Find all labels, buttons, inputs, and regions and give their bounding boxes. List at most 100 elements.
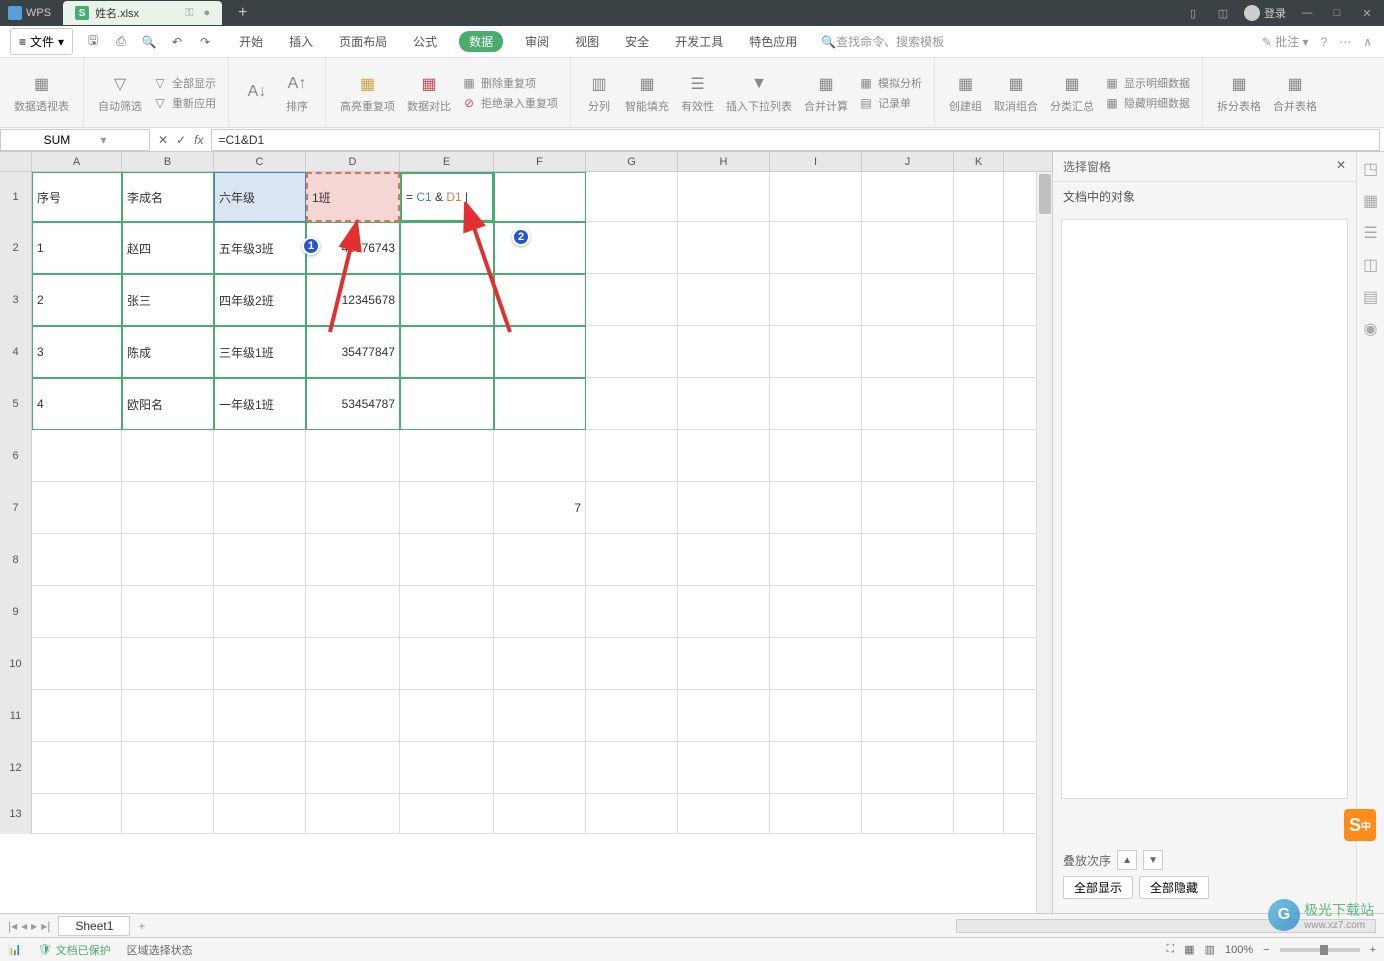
cell-B5[interactable]: 欧阳名 [122, 378, 214, 430]
flash-fill-button[interactable]: ▦智能填充 [619, 68, 675, 118]
cell-A6[interactable] [32, 430, 122, 482]
formula-input[interactable]: =C1&D1 [211, 129, 1380, 151]
accept-formula-icon[interactable]: ✓ [174, 133, 188, 147]
cell-E11[interactable] [400, 690, 494, 742]
cell-J13[interactable] [862, 794, 954, 834]
cell-I1[interactable] [770, 172, 862, 222]
cell-F10[interactable] [494, 638, 586, 690]
select-all-corner[interactable] [0, 152, 32, 171]
user-info[interactable]: 登录 [1244, 5, 1286, 21]
cell-A10[interactable] [32, 638, 122, 690]
cell-I5[interactable] [770, 378, 862, 430]
cell-K9[interactable] [954, 586, 1004, 638]
print-icon[interactable]: ⎙ [111, 32, 131, 52]
col-header-F[interactable]: F [494, 152, 586, 171]
cell-J6[interactable] [862, 430, 954, 482]
autofilter-button[interactable]: ▽自动筛选 [92, 68, 148, 118]
tab-close-icon[interactable]: ● [203, 7, 210, 19]
save-icon[interactable]: 🖫 [83, 32, 103, 52]
show-all-button[interactable]: 全部显示 [1063, 876, 1133, 899]
name-box[interactable]: SUM▾ [0, 129, 150, 151]
cell-G5[interactable] [586, 378, 678, 430]
row-header-11[interactable]: 11 [0, 690, 32, 742]
cell-G11[interactable] [586, 690, 678, 742]
row-header-2[interactable]: 2 [0, 222, 32, 274]
cell-D4[interactable]: 35477847 [306, 326, 400, 378]
cell-H8[interactable] [678, 534, 770, 586]
cell-K6[interactable] [954, 430, 1004, 482]
pane-close-icon[interactable]: ✕ [1336, 158, 1346, 175]
cell-K3[interactable] [954, 274, 1004, 326]
row-header-6[interactable]: 6 [0, 430, 32, 482]
cell-J7[interactable] [862, 482, 954, 534]
cell-D1[interactable]: 1班 [306, 172, 400, 222]
menu-item-2[interactable]: 页面布局 [335, 31, 391, 52]
cell-K4[interactable] [954, 326, 1004, 378]
cell-I2[interactable] [770, 222, 862, 274]
cell-C13[interactable] [214, 794, 306, 834]
minimize-icon[interactable]: — [1298, 4, 1316, 22]
cell-K10[interactable] [954, 638, 1004, 690]
cell-F1[interactable] [494, 172, 586, 222]
menu-item-8[interactable]: 开发工具 [671, 31, 727, 52]
reapply-button[interactable]: ▽重新应用 [148, 93, 220, 113]
menu-item-3[interactable]: 公式 [409, 31, 441, 52]
cell-H11[interactable] [678, 690, 770, 742]
row-header-7[interactable]: 7 [0, 482, 32, 534]
cell-B12[interactable] [122, 742, 214, 794]
cell-H12[interactable] [678, 742, 770, 794]
cell-A2[interactable]: 1 [32, 222, 122, 274]
cell-K5[interactable] [954, 378, 1004, 430]
spreadsheet-grid[interactable]: ABCDEFGHIJK 1序号李成名六年级1班= C1 & D1 |21赵四五年… [0, 152, 1052, 913]
show-all-button[interactable]: ▽全部显示 [148, 73, 220, 93]
col-header-C[interactable]: C [214, 152, 306, 171]
col-header-I[interactable]: I [770, 152, 862, 171]
bring-forward-button[interactable]: ▲ [1117, 850, 1137, 870]
cell-F13[interactable] [494, 794, 586, 834]
cell-K11[interactable] [954, 690, 1004, 742]
sidebar-icon-6[interactable]: ◉ [1362, 320, 1380, 338]
notification-icon[interactable]: ▯ [1184, 4, 1202, 22]
col-header-A[interactable]: A [32, 152, 122, 171]
cell-G12[interactable] [586, 742, 678, 794]
col-header-K[interactable]: K [954, 152, 1004, 171]
cell-I8[interactable] [770, 534, 862, 586]
cell-B13[interactable] [122, 794, 214, 834]
cell-G3[interactable] [586, 274, 678, 326]
row-header-8[interactable]: 8 [0, 534, 32, 586]
cell-G1[interactable] [586, 172, 678, 222]
cell-F9[interactable] [494, 586, 586, 638]
menu-item-0[interactable]: 开始 [235, 31, 267, 52]
highlight-dup-button[interactable]: ▦高亮重复项 [334, 68, 401, 118]
cell-J5[interactable] [862, 378, 954, 430]
cell-D6[interactable] [306, 430, 400, 482]
cell-B10[interactable] [122, 638, 214, 690]
sidebar-icon-4[interactable]: ◫ [1362, 256, 1380, 274]
cell-A11[interactable] [32, 690, 122, 742]
cell-B7[interactable] [122, 482, 214, 534]
zoom-level[interactable]: 100% [1225, 944, 1253, 956]
col-header-J[interactable]: J [862, 152, 954, 171]
cell-B4[interactable]: 陈成 [122, 326, 214, 378]
maximize-icon[interactable]: □ [1328, 4, 1346, 22]
cell-A13[interactable] [32, 794, 122, 834]
cell-E1[interactable]: = C1 & D1 | [400, 172, 494, 222]
view-normal-icon[interactable]: ▦ [1184, 943, 1194, 956]
reject-dup-button[interactable]: ⊘拒绝录入重复项 [457, 93, 562, 113]
sidebar-icon-5[interactable]: ▤ [1362, 288, 1380, 306]
cell-H5[interactable] [678, 378, 770, 430]
col-header-H[interactable]: H [678, 152, 770, 171]
menu-item-5[interactable]: 审阅 [521, 31, 553, 52]
cell-H2[interactable] [678, 222, 770, 274]
menu-item-7[interactable]: 安全 [621, 31, 653, 52]
sort-asc-button[interactable]: A↓ [237, 76, 277, 110]
cell-I4[interactable] [770, 326, 862, 378]
cell-F6[interactable] [494, 430, 586, 482]
insert-dropdown-button[interactable]: ▼插入下拉列表 [720, 68, 798, 118]
hide-all-button[interactable]: 全部隐藏 [1139, 876, 1209, 899]
col-header-G[interactable]: G [586, 152, 678, 171]
row-header-13[interactable]: 13 [0, 794, 32, 834]
cell-G10[interactable] [586, 638, 678, 690]
subtotal-button[interactable]: ▦分类汇总 [1044, 68, 1100, 118]
cell-I10[interactable] [770, 638, 862, 690]
